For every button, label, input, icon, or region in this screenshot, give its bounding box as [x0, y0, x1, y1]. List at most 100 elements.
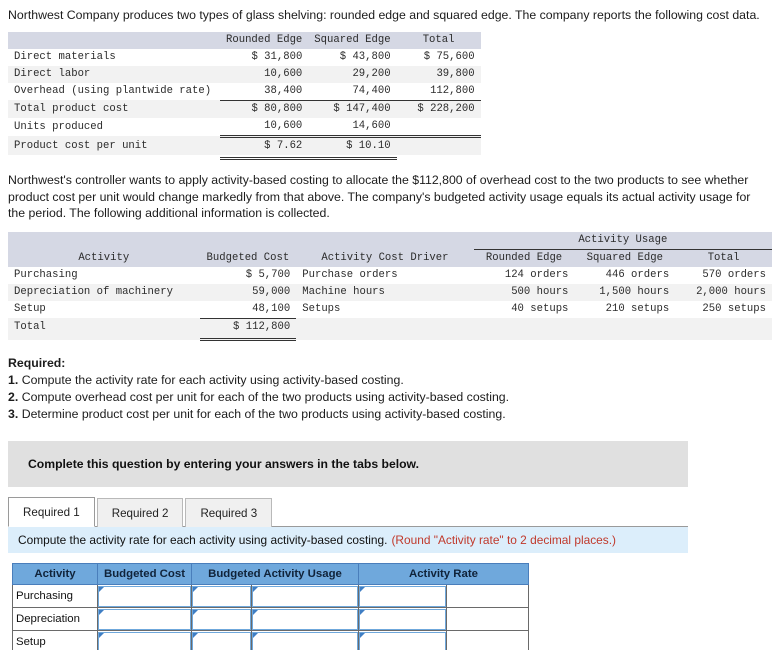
- cost-row-overhead: Overhead (using plantwide rate) 38,400 7…: [8, 82, 481, 100]
- activity-header-cost-driver: Activity Cost Driver: [296, 249, 474, 267]
- activity-row-total: 2,000 hours: [675, 283, 772, 301]
- answer-cell-budgeted-cost[interactable]: [97, 607, 192, 631]
- activity-table-bottom-rule: [8, 335, 772, 341]
- cost-row-label: Direct materials: [8, 48, 220, 66]
- activity-row-label: Depreciation of machinery: [8, 283, 200, 301]
- usage-b-input[interactable]: [252, 585, 358, 607]
- activity-rate-input[interactable]: [359, 631, 446, 650]
- usage-a-input[interactable]: [192, 585, 251, 607]
- cost-header-squared-edge: Squared Edge: [308, 31, 397, 49]
- answer-cell-usage-b[interactable]: [251, 607, 359, 631]
- budgeted-cost-input[interactable]: [98, 585, 191, 607]
- cost-row-squared: $ 43,800: [308, 48, 397, 66]
- cost-row-label: Total product cost: [8, 100, 220, 118]
- answer-row-purchasing: Purchasing: [12, 584, 529, 608]
- tab-required-1[interactable]: Required 1: [8, 497, 95, 527]
- usage-b-input[interactable]: [252, 631, 358, 650]
- usage-a-input[interactable]: [192, 608, 251, 630]
- cost-row-total: [396, 117, 481, 138]
- answer-row-label: Purchasing: [12, 584, 98, 608]
- activity-row-driver: Purchase orders: [296, 266, 474, 284]
- budgeted-cost-input[interactable]: [98, 631, 191, 650]
- required-item-3: 3. Determine product cost per unit for e…: [8, 406, 764, 423]
- cost-row-rounded: 10,600: [220, 117, 309, 138]
- budgeted-cost-input[interactable]: [98, 608, 191, 630]
- answer-row-setup: Setup: [12, 630, 529, 650]
- cost-header-blank: [8, 31, 220, 49]
- activity-row-rounded: 124 orders: [473, 266, 575, 284]
- required-item-3-text: Determine product cost per unit for each…: [21, 407, 506, 421]
- answer-cell-usage-a[interactable]: [191, 630, 252, 650]
- cost-row-total-product-cost: Total product cost $ 80,800 $ 147,400 $ …: [8, 99, 481, 118]
- activity-row-setup: Setup 48,100 Setups 40 setups 210 setups…: [8, 300, 772, 318]
- answer-cell-budgeted-cost[interactable]: [97, 584, 192, 608]
- cost-row-units-produced: Units produced 10,600 14,600: [8, 117, 481, 138]
- activity-row-driver: Setups: [296, 300, 474, 318]
- cost-row-product-cost-per-unit: Product cost per unit $ 7.62 $ 10.10: [8, 136, 481, 155]
- answer-cell-rate-input[interactable]: [358, 607, 447, 631]
- cost-row-rounded: 10,600: [220, 65, 309, 83]
- usage-a-input[interactable]: [192, 631, 251, 650]
- answer-header-activity-rate: Activity Rate: [358, 563, 529, 585]
- activity-row-label: Total: [8, 318, 200, 336]
- answer-cell-rate-input[interactable]: [358, 630, 447, 650]
- activity-row-cost: 59,000: [199, 283, 297, 301]
- spacer-cell: [8, 335, 200, 340]
- required-item-2: 2. Compute overhead cost per unit for ea…: [8, 389, 764, 406]
- answer-cell-rate-display: [446, 584, 529, 608]
- cost-row-total: $ 228,200: [396, 99, 481, 118]
- sub-instruction-banner: Compute the activity rate for each activ…: [8, 527, 688, 553]
- answer-header-activity: Activity: [12, 563, 98, 585]
- activity-header-total: Total: [675, 249, 772, 267]
- cost-row-total: [396, 136, 481, 155]
- activity-header-budgeted-cost: Budgeted Cost: [199, 249, 297, 267]
- cost-header-rounded-edge: Rounded Edge: [220, 31, 309, 49]
- activity-row-total: 250 setups: [675, 300, 772, 318]
- activity-row-total: 570 orders: [675, 266, 772, 284]
- cost-row-rounded: $ 80,800: [220, 99, 309, 118]
- activity-row-squared: [574, 318, 676, 336]
- cost-row-squared: $ 147,400: [308, 99, 397, 118]
- cost-row-direct-labor: Direct labor 10,600 29,200 39,800: [8, 65, 481, 83]
- answer-header-budgeted-cost: Budgeted Cost: [97, 563, 192, 585]
- tab-required-2[interactable]: Required 2: [96, 498, 184, 527]
- required-item-1: 1. Compute the activity rate for each ac…: [8, 372, 764, 389]
- activity-row-total: Total $ 112,800: [8, 317, 772, 336]
- required-item-2-text: Compute overhead cost per unit for each …: [21, 390, 510, 404]
- answer-cell-usage-b[interactable]: [251, 630, 359, 650]
- requirement-tabs: Required 1 Required 2 Required 3: [8, 494, 688, 527]
- answer-cell-usage-a[interactable]: [191, 584, 252, 608]
- spacer-cell: [220, 154, 309, 160]
- answer-table-wrapper: Activity Budgeted Cost Budgeted Activity…: [12, 563, 780, 650]
- cost-row-squared: 74,400: [308, 82, 397, 100]
- required-section: Required: 1. Compute the activity rate f…: [0, 355, 780, 423]
- answer-cell-usage-b[interactable]: [251, 584, 359, 608]
- activity-rate-answer-table: Activity Budgeted Cost Budgeted Activity…: [12, 563, 529, 650]
- answer-cell-rate-input[interactable]: [358, 584, 447, 608]
- activity-row-squared: 446 orders: [574, 266, 676, 284]
- cost-row-label: Units produced: [8, 117, 220, 136]
- cost-row-squared: 14,600: [308, 117, 397, 138]
- activity-row-cost: $ 112,800: [199, 317, 297, 336]
- spacer-cell: [8, 154, 220, 159]
- activity-rate-input[interactable]: [359, 608, 446, 630]
- group-blank-cost: [199, 231, 297, 249]
- cost-row-rounded: $ 31,800: [220, 48, 309, 66]
- activity-rate-input[interactable]: [359, 585, 446, 607]
- cost-table-header-row: Rounded Edge Squared Edge Total: [8, 31, 481, 49]
- sub-instruction-text: Compute the activity rate for each activ…: [18, 533, 388, 547]
- activity-row-rounded: 500 hours: [473, 283, 575, 301]
- question-page: Northwest Company produces two types of …: [0, 7, 780, 650]
- cost-row-label: Direct labor: [8, 65, 220, 83]
- answer-cell-usage-a[interactable]: [191, 607, 252, 631]
- activity-row-cost: $ 5,700: [199, 266, 297, 284]
- sub-instruction-note: (Round "Activity rate" to 2 decimal plac…: [391, 533, 616, 547]
- cost-row-label: Product cost per unit: [8, 136, 220, 155]
- spacer-cell: [308, 154, 397, 160]
- usage-b-input[interactable]: [252, 608, 358, 630]
- activity-header-row: Activity Budgeted Cost Activity Cost Dri…: [8, 249, 772, 267]
- activity-row-driver: [296, 318, 474, 336]
- answer-cell-budgeted-cost[interactable]: [97, 630, 192, 650]
- tab-required-3[interactable]: Required 3: [185, 498, 273, 527]
- activity-row-label: Setup: [8, 300, 200, 318]
